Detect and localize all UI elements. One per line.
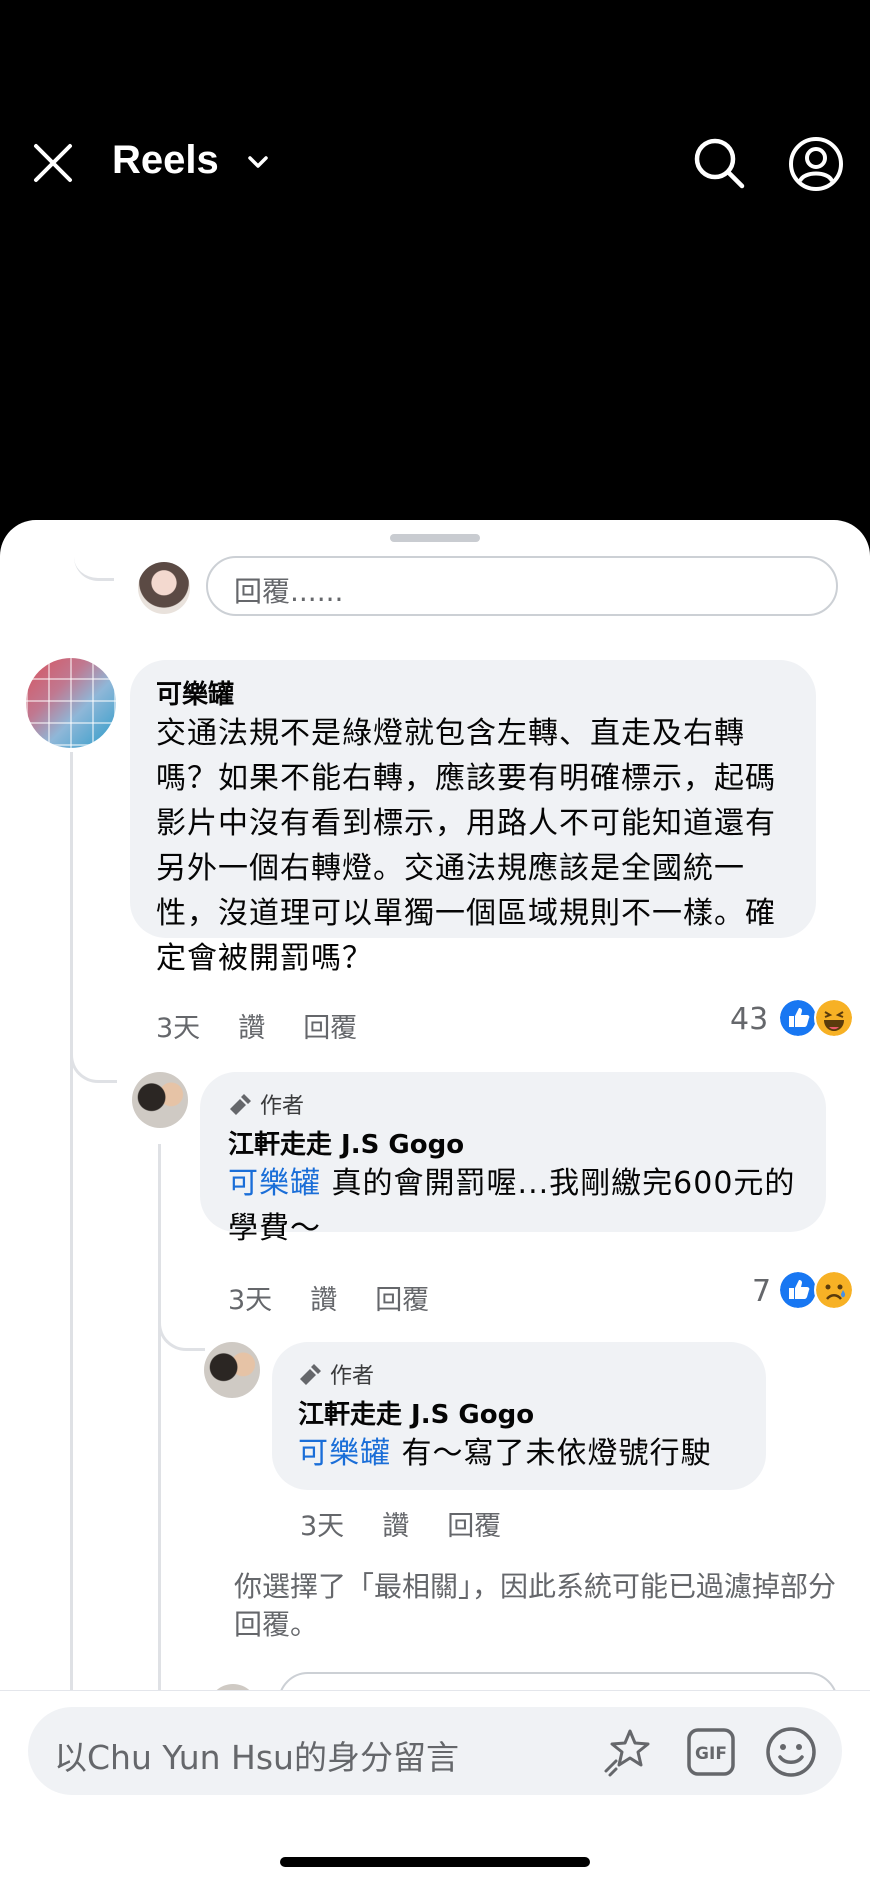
thread-line <box>158 1310 205 1351</box>
reply-placeholder: 回覆...... <box>234 575 344 608</box>
commenter-name[interactable]: 江軒走走 J.S Gogo <box>298 1394 740 1431</box>
comment-bubble: 可樂罐 交通法規不是綠燈就包含左轉、直走及右轉嗎？如果不能右轉，應該要有明確標示… <box>130 660 816 976</box>
page-title[interactable]: Reels <box>112 138 219 183</box>
haha-reaction-icon <box>814 998 854 1038</box>
microphone-icon <box>230 1094 251 1115</box>
thread-line <box>70 1040 117 1083</box>
avatar[interactable] <box>26 658 116 748</box>
reply-button[interactable]: 回覆 <box>375 1278 429 1317</box>
comment-actions: 3天 讚 回覆 <box>228 1278 429 1317</box>
search-icon[interactable] <box>692 136 746 190</box>
like-reaction-icon <box>778 998 818 1038</box>
comments-sheet: 回覆...... 可樂罐 交通法規不是綠燈就包含左轉、直走及右轉嗎？如果不能右轉… <box>0 520 870 1882</box>
comment-time[interactable]: 3天 <box>300 1504 344 1543</box>
author-label: 作者 <box>330 1364 375 1389</box>
commenter-name[interactable]: 可樂罐 <box>156 674 790 711</box>
mention-link[interactable]: 可樂罐 <box>228 1166 321 1201</box>
like-button[interactable]: 讚 <box>238 1006 265 1045</box>
comment-bubble: 作者 江軒走走 J.S Gogo 可樂罐 有～寫了未依燈號行駛 <box>272 1342 766 1490</box>
like-button[interactable]: 讚 <box>382 1504 409 1543</box>
reply-button[interactable]: 回覆 <box>303 1006 357 1045</box>
filter-notice: 你選擇了「最相關」，因此系統可能已過濾掉部分回覆。 <box>234 1570 837 1641</box>
author-badge: 作者 <box>228 1088 798 1120</box>
close-icon[interactable] <box>32 142 74 184</box>
avatar[interactable] <box>204 1342 260 1398</box>
profile-icon[interactable] <box>788 136 844 192</box>
author-badge: 作者 <box>298 1358 740 1390</box>
chevron-down-icon[interactable] <box>246 152 270 172</box>
avatar[interactable] <box>138 562 190 614</box>
drag-handle[interactable] <box>390 534 480 542</box>
comment-input[interactable]: 以Chu Yun Hsu的身分留言 GIF <box>28 1707 842 1795</box>
reply-button[interactable]: 回覆 <box>447 1504 501 1543</box>
reels-header: Reels <box>0 0 870 520</box>
comment-bubble: 作者 江軒走走 J.S Gogo 可樂罐 真的會開罰喔...我剛繳完600元的學… <box>200 1072 826 1246</box>
svg-text:GIF: GIF <box>695 1744 727 1764</box>
thread-line <box>74 556 114 581</box>
comment-text-wrap: 可樂罐 真的會開罰喔...我剛繳完600元的學費～ <box>228 1161 798 1251</box>
reaction-count[interactable]: 7 <box>752 1274 771 1309</box>
author-label: 作者 <box>260 1094 305 1119</box>
microphone-icon <box>300 1364 321 1385</box>
comment-text: 交通法規不是綠燈就包含左轉、直走及右轉嗎？如果不能右轉，應該要有明確標示，起碼影… <box>156 716 776 976</box>
like-button[interactable]: 讚 <box>310 1278 337 1317</box>
avatar[interactable] <box>132 1072 188 1128</box>
comment-actions: 3天 讚 回覆 <box>300 1504 501 1543</box>
avatar-sticker-icon[interactable] <box>600 1725 654 1779</box>
comment-composer: 以Chu Yun Hsu的身分留言 GIF <box>0 1690 870 1883</box>
comment-input-placeholder: 以Chu Yun Hsu的身分留言 <box>54 1738 459 1777</box>
comment-actions: 3天 讚 回覆 <box>156 1006 357 1045</box>
like-reaction-icon <box>778 1270 818 1310</box>
home-indicator[interactable] <box>280 1857 590 1867</box>
emoji-icon[interactable] <box>764 1725 818 1779</box>
comment-time[interactable]: 3天 <box>156 1006 200 1045</box>
sad-reaction-icon <box>814 1270 854 1310</box>
mention-link[interactable]: 可樂罐 <box>298 1436 391 1471</box>
commenter-name[interactable]: 江軒走走 J.S Gogo <box>228 1124 798 1161</box>
comment-text-wrap: 可樂罐 有～寫了未依燈號行駛 <box>298 1431 740 1476</box>
gif-icon[interactable]: GIF <box>686 1727 736 1777</box>
comment-text: 有～寫了未依燈號行駛 <box>391 1436 712 1471</box>
reply-input[interactable]: 回覆...... <box>206 556 838 616</box>
comment-time[interactable]: 3天 <box>228 1278 272 1317</box>
reaction-count[interactable]: 43 <box>730 1002 768 1037</box>
